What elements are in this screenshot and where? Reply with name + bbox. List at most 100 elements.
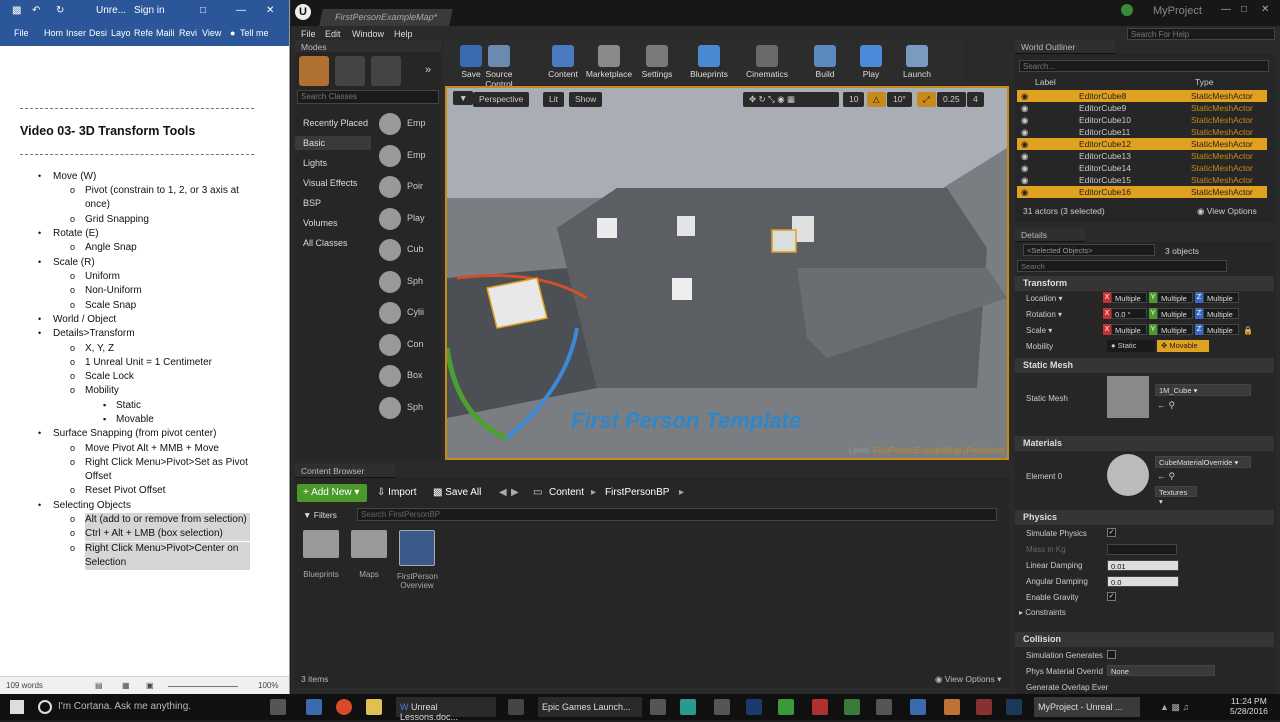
tab-mailings[interactable]: Maili: [156, 28, 175, 38]
add-new-button[interactable]: + Add New ▾: [297, 484, 367, 502]
static-toggle[interactable]: ● Static: [1107, 340, 1155, 352]
print-layout-icon[interactable]: ▦: [122, 681, 130, 690]
category-item[interactable]: Visual Effects: [303, 178, 357, 188]
outliner-row[interactable]: ◉ EditorCube10 StaticMeshActor: [1017, 114, 1267, 126]
visibility-icon[interactable]: ◉: [1021, 151, 1028, 162]
filters-button[interactable]: ▼ Filters: [299, 508, 357, 522]
column-type[interactable]: Type: [1195, 77, 1213, 87]
sign-in-link[interactable]: Sign in: [134, 5, 165, 16]
clock[interactable]: 11:24 PM 5/28/2016: [1230, 696, 1268, 716]
transform-tools[interactable]: ✥ ↻ ⤡ ◉ ▦: [743, 92, 839, 107]
movable-toggle[interactable]: ✥ Movable: [1157, 340, 1209, 352]
category-item[interactable]: BSP: [303, 198, 321, 208]
outliner-row[interactable]: ◉ EditorCube9 StaticMeshActor: [1017, 102, 1267, 114]
visibility-icon[interactable]: ◉: [1021, 139, 1028, 150]
show-button[interactable]: Show: [569, 92, 603, 107]
rotation-label[interactable]: Rotation ▾: [1026, 310, 1062, 319]
outliner-view-options[interactable]: ◉ View Options: [1197, 206, 1257, 217]
chrome-icon[interactable]: [336, 699, 352, 715]
scale-snap-icon[interactable]: ⤢: [917, 92, 936, 107]
class-item[interactable]: Cylii: [379, 299, 439, 327]
selected-objects-field[interactable]: <Selected Objects>: [1023, 244, 1155, 256]
app-icon[interactable]: [910, 699, 926, 715]
column-label[interactable]: Label: [1035, 77, 1056, 87]
angle-snap-value[interactable]: 10°: [887, 92, 912, 107]
use-selected-icon[interactable]: ← ⚲: [1157, 400, 1175, 411]
category-item[interactable]: Lights: [303, 158, 327, 168]
help-search-input[interactable]: Search For Help: [1127, 28, 1275, 40]
physics-section[interactable]: Physics: [1015, 510, 1274, 525]
details-tab[interactable]: Details: [1015, 228, 1085, 242]
material-picker[interactable]: CubeMaterialOverride ▾: [1155, 456, 1251, 468]
redo-icon[interactable]: ↻: [56, 5, 64, 16]
category-item[interactable]: Volumes: [303, 218, 338, 228]
task-view-icon[interactable]: [270, 699, 286, 715]
linear-damping-input[interactable]: 0.01: [1107, 560, 1179, 571]
file-explorer-icon[interactable]: [366, 699, 382, 715]
angular-damping-input[interactable]: 0.0: [1107, 576, 1179, 587]
outliner-search-input[interactable]: Search...: [1019, 60, 1269, 72]
category-item[interactable]: Recently Placed: [303, 118, 368, 128]
transform-section[interactable]: Transform: [1015, 276, 1274, 291]
menu-edit[interactable]: Edit: [325, 29, 341, 39]
blender-icon[interactable]: [944, 699, 960, 715]
asset-tile[interactable]: FirstPerson Overview: [397, 530, 438, 590]
transform-value[interactable]: Multiple: [1203, 292, 1239, 303]
toolbar-source-control-button[interactable]: Source Control: [472, 42, 526, 89]
tab-review[interactable]: Revi: [179, 28, 197, 38]
minimize-icon[interactable]: —: [1221, 4, 1231, 15]
content-browser-tab[interactable]: Content Browser: [295, 464, 395, 478]
category-item[interactable]: Basic: [295, 136, 371, 150]
search-classes-input[interactable]: Search Classes: [297, 90, 439, 104]
collision-section[interactable]: Collision: [1015, 632, 1274, 647]
location-label[interactable]: Location ▾: [1026, 294, 1063, 303]
windows-start-icon[interactable]: [10, 700, 24, 714]
toolbar-settings-button[interactable]: Settings: [630, 42, 684, 82]
viewport-options-icon[interactable]: ▼: [453, 91, 474, 105]
visibility-icon[interactable]: ◉: [1021, 103, 1028, 114]
class-item[interactable]: Emp: [379, 142, 439, 170]
menu-file[interactable]: File: [301, 29, 316, 39]
taskbar-unreal[interactable]: MyProject - Unreal ...: [1034, 697, 1140, 717]
tab-file[interactable]: File: [14, 28, 29, 38]
view-options-button[interactable]: ◉ View Options ▾: [935, 674, 1001, 685]
unreal-launcher-icon[interactable]: [508, 699, 524, 715]
outliner-row[interactable]: ◉ EditorCube8 StaticMeshActor: [1017, 90, 1267, 102]
sim-generates-checkbox[interactable]: [1107, 650, 1116, 659]
taskbar-epic[interactable]: Epic Games Launch...: [538, 697, 642, 717]
app-icon[interactable]: [778, 699, 794, 715]
category-item[interactable]: All Classes: [303, 238, 348, 248]
more-modes-icon[interactable]: »: [425, 64, 431, 76]
scale-label[interactable]: Scale ▾: [1026, 326, 1052, 335]
steam-icon[interactable]: [1006, 699, 1022, 715]
menu-window[interactable]: Window: [352, 29, 384, 39]
media-icon[interactable]: [650, 699, 666, 715]
outliner-row[interactable]: ◉ EditorCube16 StaticMeshActor: [1017, 186, 1267, 198]
read-mode-icon[interactable]: ▤: [95, 681, 103, 690]
lit-button[interactable]: Lit: [543, 92, 564, 107]
map-tab[interactable]: FirstPersonExampleMap*: [319, 9, 453, 26]
breadcrumb-firstpersonbp[interactable]: FirstPersonBP: [605, 487, 669, 498]
menu-help[interactable]: Help: [394, 29, 413, 39]
minimize-icon[interactable]: —: [236, 5, 246, 16]
static-mesh-section[interactable]: Static Mesh: [1015, 358, 1274, 373]
class-item[interactable]: Poir: [379, 173, 439, 201]
outliner-row[interactable]: ◉ EditorCube15 StaticMeshActor: [1017, 174, 1267, 186]
textures-dropdown[interactable]: Textures ▾: [1155, 486, 1197, 506]
transform-value[interactable]: Multiple: [1157, 324, 1193, 335]
visibility-icon[interactable]: ◉: [1021, 175, 1028, 186]
class-item[interactable]: Play: [379, 205, 439, 233]
visibility-icon[interactable]: ◉: [1021, 187, 1028, 198]
angle-snap-icon[interactable]: △: [867, 92, 886, 107]
visibility-icon[interactable]: ◉: [1021, 115, 1028, 126]
constraints-expander[interactable]: ▸ Constraints: [1019, 608, 1066, 617]
asset-tile[interactable]: Maps: [349, 530, 389, 579]
content-search-input[interactable]: Search FirstPersonBP: [357, 508, 997, 521]
undo-icon[interactable]: ↶: [32, 5, 40, 16]
app-icon[interactable]: [714, 699, 730, 715]
edge-icon[interactable]: [306, 699, 322, 715]
import-button[interactable]: ⇩ Import: [377, 487, 417, 498]
outliner-row[interactable]: ◉ EditorCube11 StaticMeshActor: [1017, 126, 1267, 138]
app-icon[interactable]: [844, 699, 860, 715]
save-icon[interactable]: ▩: [12, 5, 21, 16]
